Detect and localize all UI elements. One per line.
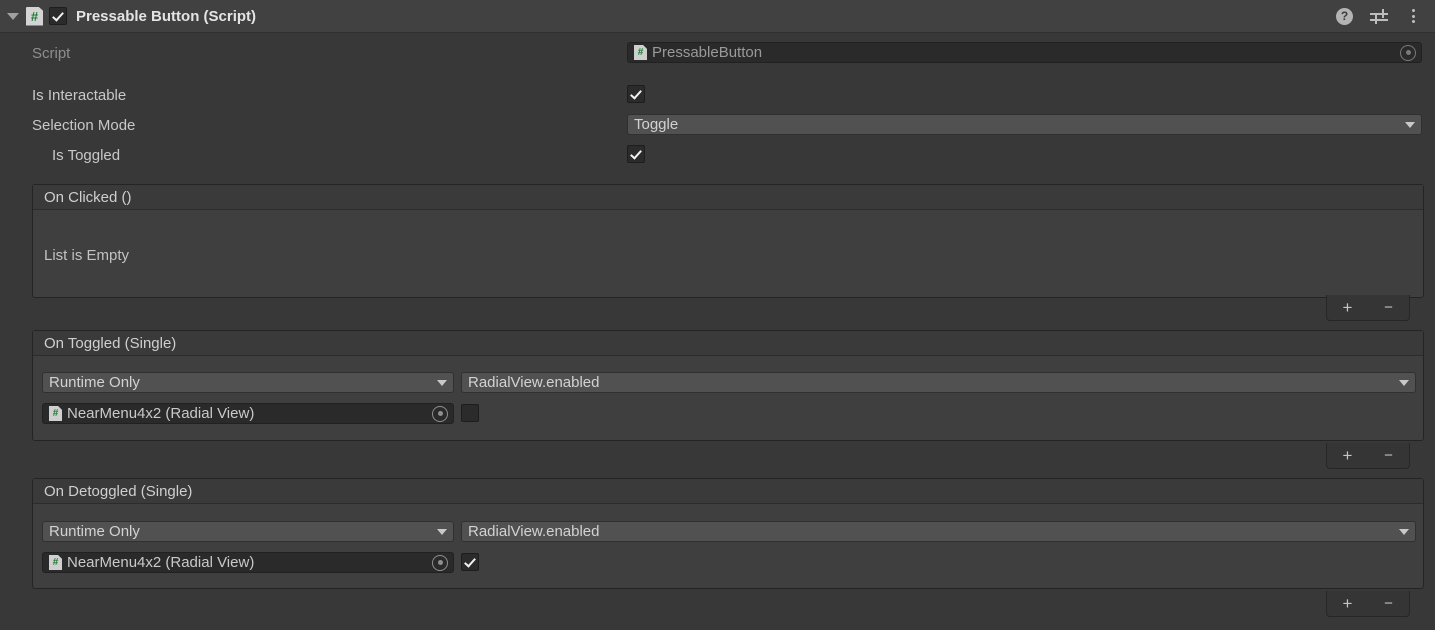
event-callstate-dropdown-on-toggled[interactable]: Runtime Only (42, 372, 454, 393)
selection-mode-label: Selection Mode (32, 116, 136, 134)
event-section-on-clicked: On Clicked () List is Empty (32, 184, 1424, 298)
event-header-label: On Detoggled (Single) (33, 479, 1423, 504)
remove-event-button[interactable]: − (1372, 448, 1406, 463)
event-function-dropdown-on-toggled[interactable]: RadialView.enabled (461, 372, 1416, 393)
is-toggled-checkbox[interactable] (627, 145, 645, 163)
is-interactable-label: Is Interactable (32, 86, 127, 104)
event-target-object-field-on-detoggled[interactable]: # NearMenu4x2 (Radial View) (42, 552, 454, 573)
event-empty-list-text: List is Empty (44, 247, 130, 264)
remove-event-button[interactable]: − (1372, 596, 1406, 611)
script-label: Script (32, 44, 71, 62)
component-header[interactable]: # Pressable Button (Script) ? (0, 0, 1435, 33)
chevron-down-icon (7, 12, 19, 20)
object-picker-icon[interactable] (432, 554, 448, 571)
add-event-button[interactable]: + (1331, 447, 1365, 464)
chevron-down-icon (1405, 121, 1415, 128)
add-event-button[interactable]: + (1331, 595, 1365, 612)
event-header-label: On Clicked () (33, 185, 1423, 210)
component-foldout-toggle[interactable] (0, 12, 26, 20)
event-callstate-dropdown-on-detoggled[interactable]: Runtime Only (42, 521, 454, 542)
event-header-label: On Toggled (Single) (33, 331, 1423, 356)
chevron-down-icon (437, 528, 447, 535)
event-callstate-value: Runtime Only (49, 523, 140, 540)
object-picker-icon[interactable] (432, 405, 448, 422)
component-title: Pressable Button (Script) (76, 7, 257, 25)
event-argument-checkbox-on-detoggled[interactable] (461, 553, 479, 571)
chevron-down-icon (1399, 379, 1409, 386)
event-function-dropdown-on-detoggled[interactable]: RadialView.enabled (461, 521, 1416, 542)
script-object-field[interactable]: # PressableButton (627, 42, 1422, 63)
object-picker-icon[interactable] (1400, 44, 1416, 61)
selection-mode-value: Toggle (634, 116, 679, 133)
event-list-buttons-on-toggled: + − (1326, 443, 1410, 469)
property-row-is-interactable: Is Interactable (0, 84, 1435, 106)
event-callstate-value: Runtime Only (49, 374, 140, 391)
help-icon[interactable]: ? (1336, 7, 1353, 25)
is-interactable-checkbox[interactable] (627, 85, 645, 103)
event-target-object-field-on-toggled[interactable]: # NearMenu4x2 (Radial View) (42, 403, 454, 424)
chevron-down-icon (1399, 528, 1409, 535)
is-toggled-label: Is Toggled (52, 146, 121, 164)
csharp-script-icon: # (49, 555, 62, 570)
component-enabled-checkbox[interactable] (49, 7, 67, 25)
remove-event-button[interactable]: − (1372, 300, 1406, 315)
script-value: PressableButton (652, 44, 763, 61)
header-icon-group: ? (1336, 7, 1435, 25)
event-function-value: RadialView.enabled (468, 523, 600, 540)
chevron-down-icon (437, 379, 447, 386)
event-argument-checkbox-on-toggled[interactable] (461, 404, 479, 422)
selection-mode-dropdown[interactable]: Toggle (627, 114, 1422, 135)
event-list-buttons-on-clicked: + − (1326, 295, 1410, 321)
event-function-value: RadialView.enabled (468, 374, 600, 391)
event-list-buttons-on-detoggled: + − (1326, 591, 1410, 617)
preset-icon[interactable] (1370, 8, 1388, 24)
event-target-object-name: NearMenu4x2 (Radial View) (67, 554, 255, 571)
event-target-object-name: NearMenu4x2 (Radial View) (67, 405, 255, 422)
csharp-script-icon: # (26, 6, 43, 26)
csharp-script-icon: # (49, 406, 62, 421)
kebab-menu-icon[interactable] (1405, 7, 1421, 25)
add-event-button[interactable]: + (1331, 299, 1365, 316)
csharp-script-icon: # (634, 45, 647, 60)
property-row-is-toggled: Is Toggled (0, 144, 1435, 166)
